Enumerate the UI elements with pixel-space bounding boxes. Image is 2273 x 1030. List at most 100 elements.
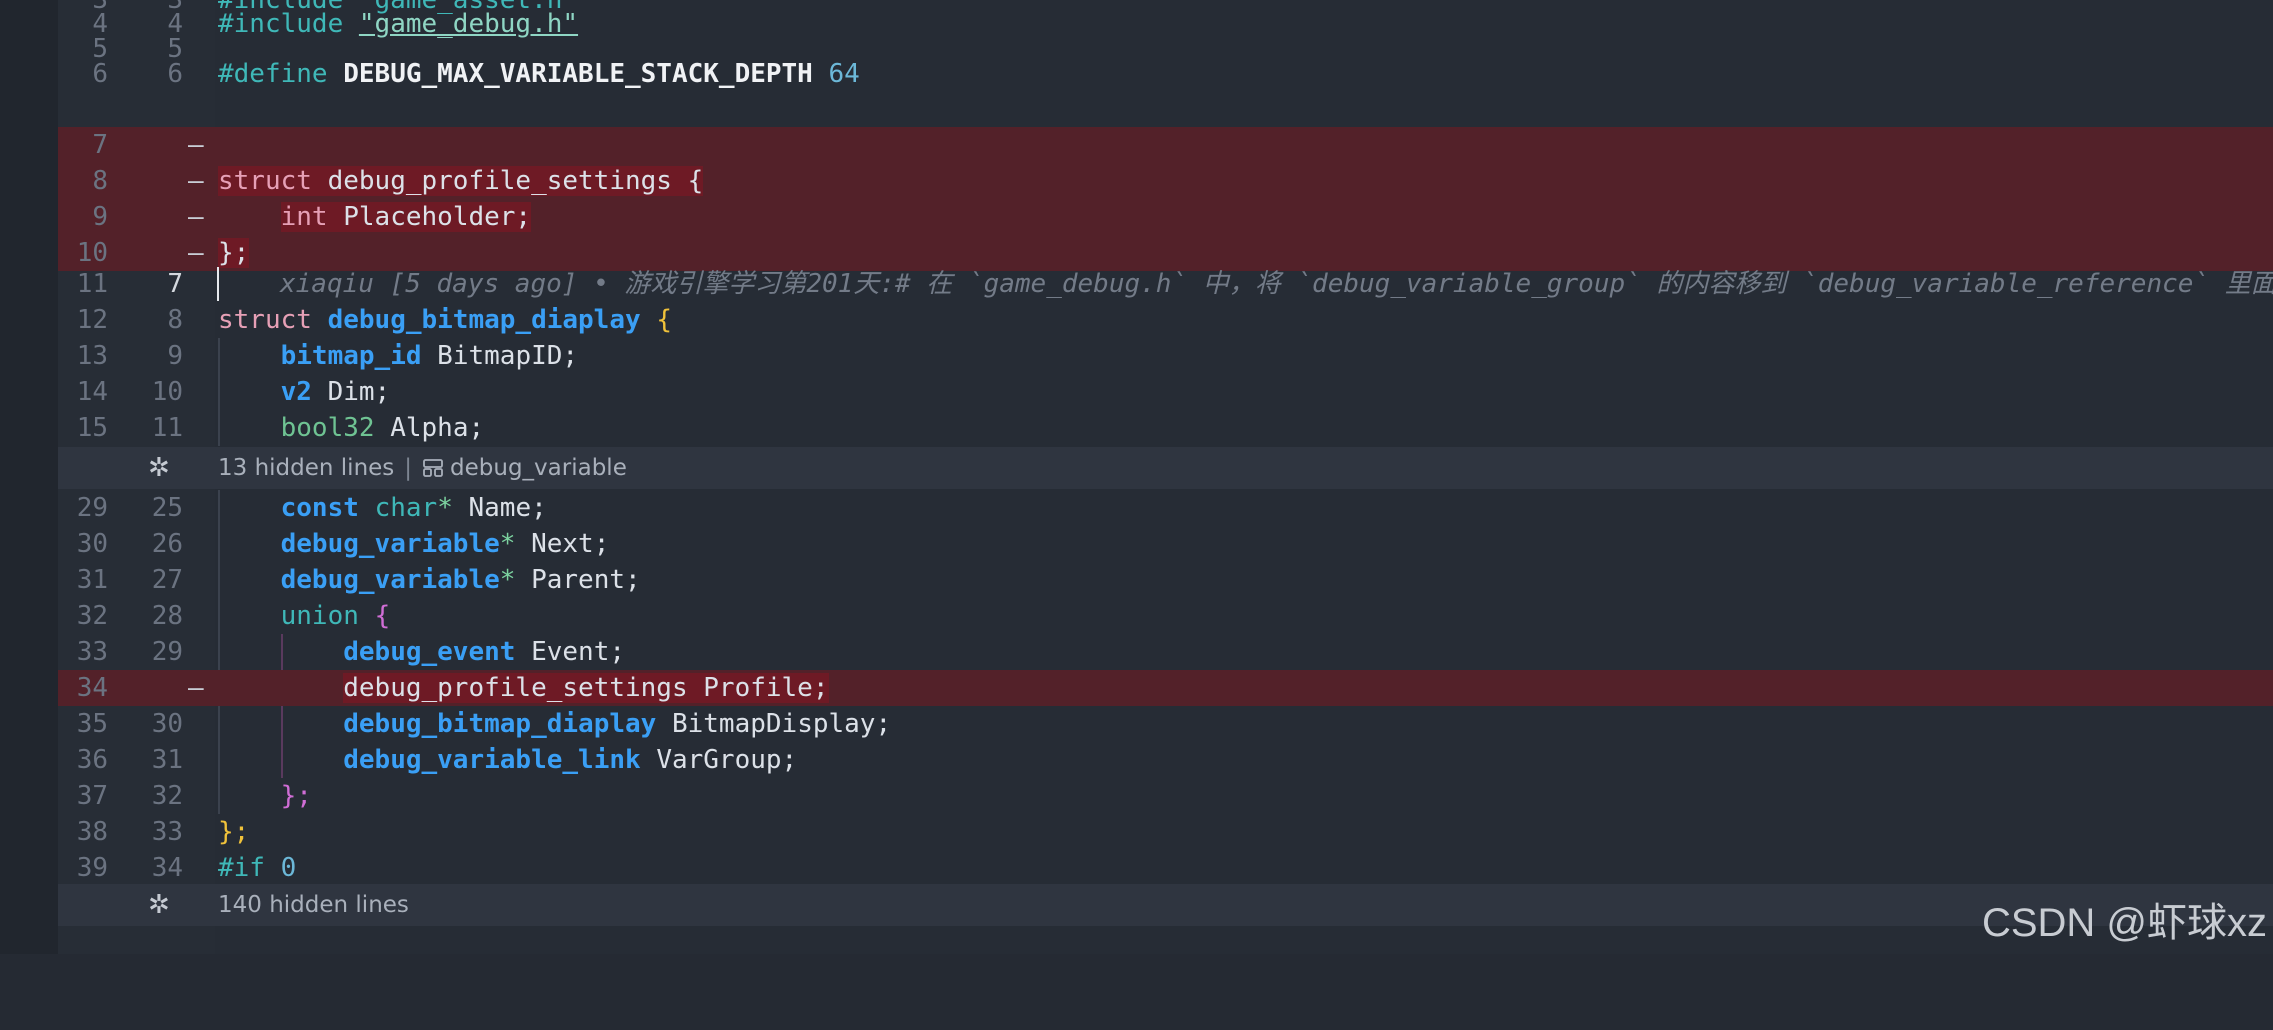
new-line-number: 26 xyxy=(151,529,183,559)
field-name: BitmapID; xyxy=(437,341,579,371)
field-type: debug_variable xyxy=(280,529,500,559)
old-line-number: 9 xyxy=(92,202,108,232)
hidden-lines-label: 140 hidden lines xyxy=(218,892,409,918)
old-line-number: 15 xyxy=(76,413,108,443)
code-line[interactable]: 37 32 }; xyxy=(58,778,2273,814)
code-line[interactable]: 14 10 v2 Dim; xyxy=(58,374,2273,410)
field-type: char xyxy=(374,493,438,523)
text-cursor xyxy=(217,267,219,301)
old-line-number: 6 xyxy=(92,59,108,89)
field-type: debug_variable xyxy=(280,565,500,595)
code-line[interactable]: 31 27 debug_variable* Parent; xyxy=(58,562,2273,598)
folded-region[interactable]: ✲ 13 hidden lines | debug_variable xyxy=(58,447,2273,489)
struct-name: debug_bitmap_diaplay xyxy=(327,305,641,335)
type-keyword: int xyxy=(280,202,328,232)
open-brace: { xyxy=(374,601,391,631)
removed-code-line[interactable]: 7 — xyxy=(58,127,2273,163)
new-line-number: 25 xyxy=(151,493,183,523)
field-name: Dim; xyxy=(327,377,391,407)
removed-code-line[interactable]: 34 — debug_profile_settings Profile; xyxy=(58,670,2273,706)
new-line-number: 8 xyxy=(167,305,183,335)
code-line[interactable]: 32 28 union { xyxy=(58,598,2273,634)
code-line[interactable]: 33 29 debug_event Event; xyxy=(58,634,2273,670)
pointer-star: * xyxy=(437,493,453,523)
new-line-number: 30 xyxy=(151,709,183,739)
old-line-number: 11 xyxy=(76,269,108,299)
field-name: Profile; xyxy=(703,673,829,703)
code-line[interactable]: 29 25 const char* Name; xyxy=(58,490,2273,526)
close-brace: }; xyxy=(218,817,250,847)
hidden-lines-label: 13 hidden lines xyxy=(218,455,395,481)
code-line[interactable]: 35 30 debug_bitmap_diaplay BitmapDisplay… xyxy=(58,706,2273,742)
new-line-number: 10 xyxy=(151,377,183,407)
editor-left-strip xyxy=(0,0,58,954)
old-line-number: 14 xyxy=(76,377,108,407)
field-type: debug_event xyxy=(343,637,516,667)
new-line-number: 28 xyxy=(151,601,183,631)
new-line-number: 32 xyxy=(151,781,183,811)
removed-code-line[interactable]: 9 — int Placeholder; xyxy=(58,199,2273,235)
pointer-star: * xyxy=(499,529,516,559)
unfold-icon[interactable]: ✲ xyxy=(148,447,170,489)
fold-separator: | xyxy=(404,455,413,481)
old-line-number: 12 xyxy=(76,305,108,335)
code-line[interactable]: 39 34 #if 0 xyxy=(58,850,2273,886)
code-line-current[interactable]: 11 7 xiaqiu [5 days ago] • 游戏引擎学习第201天:#… xyxy=(58,266,2273,302)
keyword: struct xyxy=(218,166,312,196)
keyword: struct xyxy=(218,305,312,335)
field-name: Next; xyxy=(531,529,610,559)
directive-value: 0 xyxy=(280,853,297,883)
field-name: Alpha; xyxy=(390,413,485,443)
field-type: bool32 xyxy=(280,413,375,443)
field-type: debug_bitmap_diaplay xyxy=(343,709,657,739)
field-name: Event; xyxy=(531,637,625,667)
old-line-number: 7 xyxy=(92,130,108,160)
code-editor[interactable]: 3 3 #include "game_asset.h" 4 4 #include… xyxy=(0,0,2273,954)
struct-name: debug_profile_settings xyxy=(327,166,672,196)
new-line-number: 33 xyxy=(151,817,183,847)
folded-region[interactable]: ✲ 140 hidden lines xyxy=(58,884,2273,926)
code-line[interactable]: 15 11 bool32 Alpha; xyxy=(58,410,2273,446)
old-line-number: 36 xyxy=(76,745,108,775)
open-brace: { xyxy=(656,305,672,335)
macro-name: DEBUG_MAX_VARIABLE_STACK_DEPTH xyxy=(343,59,813,89)
preprocessor-directive: #if xyxy=(218,853,265,883)
old-line-number: 38 xyxy=(76,817,108,847)
code-line[interactable]: 36 31 debug_variable_link VarGroup; xyxy=(58,742,2273,778)
code-line[interactable]: 6 6 #define DEBUG_MAX_VARIABLE_STACK_DEP… xyxy=(58,56,2273,92)
field-name: Name; xyxy=(468,493,547,523)
old-line-number: 32 xyxy=(76,601,108,631)
old-line-number: 30 xyxy=(76,529,108,559)
new-line-number: 9 xyxy=(167,341,183,371)
new-line-number: 27 xyxy=(151,565,183,595)
keyword: union xyxy=(280,601,359,631)
old-line-number: 31 xyxy=(76,565,108,595)
old-line-number: 29 xyxy=(76,493,108,523)
old-line-number: 8 xyxy=(92,166,108,196)
field-name: Parent; xyxy=(531,565,641,595)
removed-code-line[interactable]: 8 — struct debug_profile_settings { xyxy=(58,163,2273,199)
git-blame-annotation[interactable]: xiaqiu [5 days ago] • 游戏引擎学习第201天:# 在 `g… xyxy=(280,269,2273,299)
code-line[interactable]: 30 26 debug_variable* Next; xyxy=(58,526,2273,562)
watermark: CSDN @虾球xz xyxy=(1981,901,2267,945)
field-type: debug_variable_link xyxy=(343,745,641,775)
old-line-number: 35 xyxy=(76,709,108,739)
old-line-number: 13 xyxy=(76,341,108,371)
removed-line-marker: — xyxy=(188,166,204,196)
code-line[interactable]: 13 9 bitmap_id BitmapID; xyxy=(58,338,2273,374)
new-line-number: 34 xyxy=(151,853,183,883)
fold-outline-symbol: debug_variable xyxy=(450,455,627,481)
old-line-number: 37 xyxy=(76,781,108,811)
field-name: Placeholder; xyxy=(343,202,532,232)
field-type: v2 xyxy=(280,377,312,407)
new-line-number: 7 xyxy=(167,269,183,299)
removed-line-marker: — xyxy=(188,130,204,160)
preprocessor-directive: #define xyxy=(218,59,328,89)
unfold-icon[interactable]: ✲ xyxy=(148,884,170,926)
new-line-number: 11 xyxy=(151,413,183,443)
code-line[interactable]: 12 8 struct debug_bitmap_diaplay { xyxy=(58,302,2273,338)
pointer-star: * xyxy=(499,565,516,595)
field-name: BitmapDisplay; xyxy=(671,709,892,739)
code-line[interactable]: 38 33 }; xyxy=(58,814,2273,850)
old-line-number: 34 xyxy=(76,673,108,703)
